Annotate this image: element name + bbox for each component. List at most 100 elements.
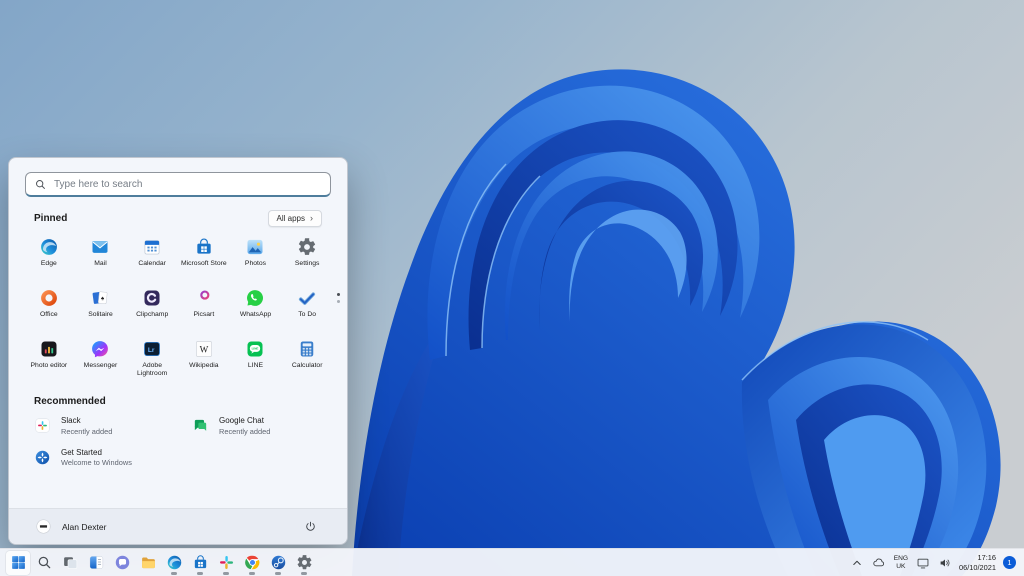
page-dot-inactive[interactable] (337, 300, 340, 303)
pinned-app-label: Calendar (138, 260, 166, 267)
clock-date: 06/10/2021 (959, 562, 996, 572)
taskbar-search-button[interactable] (32, 551, 56, 575)
tray-chevron-up-icon[interactable] (850, 555, 865, 570)
running-indicator (275, 572, 281, 575)
picsart-icon (194, 288, 214, 308)
recommended-item-google-chat[interactable]: Google Chat Recently added (192, 416, 322, 436)
user-name[interactable]: Alan Dexter (62, 522, 106, 532)
whatsapp-icon (245, 288, 265, 308)
recommended-item-slack[interactable]: Slack Recently added (34, 416, 192, 436)
language-indicator[interactable]: ENG UK (894, 555, 908, 570)
slack-icon (218, 554, 235, 571)
search-input[interactable] (25, 172, 331, 197)
pinned-app-label: Photo editor (30, 362, 68, 369)
pinned-app-edge[interactable]: Edge (23, 232, 75, 283)
svg-text:W: W (200, 344, 209, 354)
page-indicator (337, 293, 340, 303)
onedrive-cloud-icon[interactable] (872, 555, 887, 570)
taskbar-edge-button[interactable] (162, 551, 186, 575)
photos-icon (245, 237, 265, 257)
pinned-app-whatsapp[interactable]: WhatsApp (230, 283, 282, 334)
pinned-app-settings[interactable]: Settings (281, 232, 333, 283)
recommended-item-subtitle: Recently added (219, 426, 271, 436)
recommended-item-get-started[interactable]: Get Started Welcome to Windows (34, 447, 192, 467)
line-icon: LINE (245, 339, 265, 359)
slack-tile-icon (34, 417, 51, 434)
pinned-app-calculator[interactable]: Calculator (281, 334, 333, 385)
recommended-item-title: Get Started (61, 447, 102, 457)
taskbar-steam-button[interactable] (266, 551, 290, 575)
recommended-item-subtitle: Welcome to Windows (61, 458, 132, 467)
pinned-app-office[interactable]: Office (23, 283, 75, 334)
taskbar-chrome-button[interactable] (240, 551, 264, 575)
pinned-app-label: Clipchamp (136, 311, 169, 318)
running-indicator (171, 572, 177, 575)
taskbar-widgets-button[interactable] (84, 551, 108, 575)
pinned-app-label: Microsoft Store (180, 260, 227, 267)
notification-badge[interactable]: 1 (1003, 556, 1016, 569)
pinned-app-label: Calculator (291, 362, 323, 369)
pinned-app-label: Settings (294, 260, 320, 267)
user-avatar[interactable] (35, 518, 52, 535)
language-line2: UK (896, 562, 906, 570)
svg-text:LINE: LINE (252, 347, 259, 351)
pinned-app-microsoft-store[interactable]: Microsoft Store (178, 232, 230, 283)
recommended-item-text: Slack Recently added (61, 416, 112, 436)
pinned-app-to-do[interactable]: To Do (281, 283, 333, 334)
pinned-app-photo-editor[interactable]: Photo editor (23, 334, 75, 385)
start-icon (10, 554, 27, 571)
taskbar-microsoft-store-button[interactable] (188, 551, 212, 575)
explorer-icon (140, 554, 157, 571)
taskbar-chat-button[interactable] (110, 551, 134, 575)
edge-icon (39, 237, 59, 257)
messenger-icon (90, 339, 110, 359)
taskbar-file-explorer-button[interactable] (136, 551, 160, 575)
recommended-item-title: Slack (61, 416, 81, 425)
pinned-app-label: Mail (94, 260, 107, 267)
pinned-app-photos[interactable]: Photos (230, 232, 282, 283)
pinned-app-label: LINE (247, 362, 264, 369)
taskbar-start-button[interactable] (6, 550, 30, 575)
recommended-heading: Recommended (34, 396, 106, 407)
search-box (25, 172, 331, 197)
settings-icon (297, 237, 317, 257)
pinned-app-label: To Do (298, 311, 317, 318)
pinned-heading: Pinned (34, 213, 68, 224)
taskview-icon (62, 554, 79, 571)
taskbar-settings-button[interactable] (292, 551, 316, 575)
pinned-app-label: Office (40, 311, 58, 318)
pinned-app-mail[interactable]: Mail (75, 232, 127, 283)
recommended-item-subtitle: Recently added (61, 426, 113, 436)
all-apps-button[interactable]: All apps › (267, 210, 322, 227)
pinned-app-label: Messenger (83, 362, 118, 369)
pinned-grid: Edge Mail Calendar Microsoft Store Photos Set… (23, 232, 333, 385)
search-icon (36, 554, 53, 571)
pinned-app-calendar[interactable]: Calendar (126, 232, 178, 283)
clock[interactable]: 17:16 06/10/2021 (959, 553, 996, 572)
power-button[interactable] (299, 516, 321, 538)
pinned-app-wikipedia[interactable]: W Wikipedia (178, 334, 230, 385)
start-menu: Pinned All apps › Edge Mail Calendar Micros… (8, 157, 348, 545)
store-icon (194, 237, 214, 257)
pinned-app-clipchamp[interactable]: Clipchamp (126, 283, 178, 334)
taskbar-slack-button[interactable] (214, 551, 238, 575)
running-indicator (223, 572, 229, 575)
network-icon[interactable] (915, 555, 930, 570)
chrome-icon (244, 554, 261, 571)
chat-icon (114, 554, 131, 571)
pinned-app-messenger[interactable]: Messenger (75, 334, 127, 385)
pinned-app-picsart[interactable]: Picsart (178, 283, 230, 334)
clipchamp-icon (142, 288, 162, 308)
pinned-app-label: Adobe Lightroom (137, 362, 168, 378)
pinned-app-label: WhatsApp (239, 311, 272, 318)
pinned-app-solitaire[interactable]: ♠ Solitaire (75, 283, 127, 334)
pinned-app-line[interactable]: LINE LINE (230, 334, 282, 385)
user-bar: Alan Dexter (9, 508, 347, 544)
pinned-app-label: Photos (244, 260, 267, 267)
running-indicator (301, 572, 307, 575)
page-dot-active[interactable] (337, 293, 340, 296)
volume-icon[interactable] (937, 555, 952, 570)
recommended-item-title: Google Chat (219, 416, 264, 425)
pinned-app-adobe-lightroom[interactable]: Lr Adobe Lightroom (126, 334, 178, 385)
taskbar-task-view-button[interactable] (58, 551, 82, 575)
